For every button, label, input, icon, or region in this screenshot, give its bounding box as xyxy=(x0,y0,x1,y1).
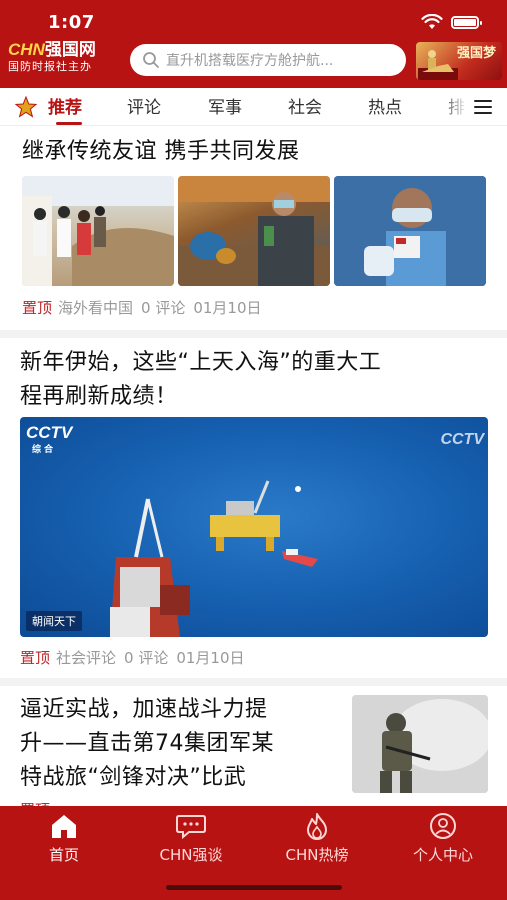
logo-brand: CHN强国网 xyxy=(8,40,96,59)
nav-chn-talk[interactable]: CHN强谈 xyxy=(136,812,246,865)
article-source: 社会评论 xyxy=(56,649,117,667)
article-comments: 0 评论 xyxy=(141,299,186,317)
nav-label: 个人中心 xyxy=(412,846,473,864)
article-thumbnail[interactable] xyxy=(22,176,174,286)
article-image[interactable]: CCTV 综合 CCTV 朝闻天下 xyxy=(20,417,488,637)
tab-hot[interactable]: 热点 xyxy=(368,93,402,118)
nav-label: CHN强谈 xyxy=(159,846,223,864)
active-tab-indicator xyxy=(56,122,82,125)
soldier-figure-icon xyxy=(418,50,458,80)
tab-society[interactable]: 社会 xyxy=(288,93,322,118)
app-header: 1:07 CHN强国网 国防时报社主办 直升机搭载医疗方舱护航... 强国梦 xyxy=(0,0,507,88)
article-comments: 0 评论 xyxy=(124,649,169,667)
nav-label: 首页 xyxy=(48,846,79,864)
home-icon xyxy=(52,815,76,838)
tab-comment[interactable]: 评论 xyxy=(127,93,161,118)
nav-profile[interactable]: 个人中心 xyxy=(388,812,498,865)
chat-icon xyxy=(176,815,206,840)
article-thumbnail[interactable] xyxy=(352,695,488,793)
home-indicator xyxy=(166,885,342,890)
status-icons xyxy=(421,14,482,30)
news-feed[interactable]: 继承传统友谊 携手共同发展 置顶 海外看中国 0 评论 01月10日 新年伊始，… xyxy=(0,127,507,807)
user-icon xyxy=(430,813,456,839)
pinned-label: 置顶 xyxy=(20,649,51,667)
nav-home[interactable]: 首页 xyxy=(9,812,119,865)
promo-banner[interactable]: 强国梦 xyxy=(416,42,502,80)
article-thumbnail[interactable] xyxy=(178,176,330,286)
wifi-icon xyxy=(421,14,443,29)
pinned-label: 置顶 xyxy=(22,299,53,317)
nav-label: CHN热榜 xyxy=(285,846,349,864)
divider xyxy=(0,678,507,686)
nav-chn-hot[interactable]: CHN热榜 xyxy=(262,812,372,865)
channel-watermark: CCTV xyxy=(440,431,484,448)
flame-icon xyxy=(307,813,327,840)
article-meta: 置顶 海外看中国 0 评论 01月10日 xyxy=(22,297,262,318)
battery-icon xyxy=(451,15,482,29)
article-thumbnail[interactable] xyxy=(334,176,486,286)
logo-tagline: 国防时报社主办 xyxy=(8,60,92,73)
article-meta: 置顶 社会评论 0 评论 01月10日 xyxy=(20,647,245,668)
article-source: 海外看中国 xyxy=(58,299,134,317)
status-bar: 1:07 xyxy=(0,0,507,40)
channel-logo: CCTV 综合 xyxy=(26,423,73,454)
article-title[interactable]: 新年伊始，这些“上天入海”的重大工 程再刷新成绩！ xyxy=(20,346,490,414)
article-title[interactable]: 继承传统友谊 携手共同发展 xyxy=(22,135,492,169)
app-logo[interactable]: CHN强国网 国防时报社主办 xyxy=(8,40,120,80)
article-date: 01月10日 xyxy=(193,299,262,317)
program-label: 朝闻天下 xyxy=(26,611,82,631)
status-time: 1:07 xyxy=(48,12,95,33)
divider xyxy=(0,330,507,338)
menu-icon[interactable] xyxy=(474,100,492,114)
article-date: 01月10日 xyxy=(176,649,245,667)
tab-recommend[interactable]: 推荐 xyxy=(48,93,82,118)
search-icon xyxy=(143,52,159,68)
tab-military[interactable]: 军事 xyxy=(208,93,242,118)
category-tabs: 推荐 评论 军事 社会 热点 排 xyxy=(0,88,507,126)
article-title[interactable]: 逼近实战，加速战斗力提 升——直击第74集团军某 特战旅“剑锋对决”比武 xyxy=(20,693,340,795)
search-placeholder: 直升机搭载医疗方舱护航... xyxy=(166,53,334,69)
search-input[interactable]: 直升机搭载医疗方舱护航... xyxy=(130,44,406,76)
star-badge-icon xyxy=(14,96,38,118)
promo-text: 强国梦 xyxy=(456,46,496,61)
